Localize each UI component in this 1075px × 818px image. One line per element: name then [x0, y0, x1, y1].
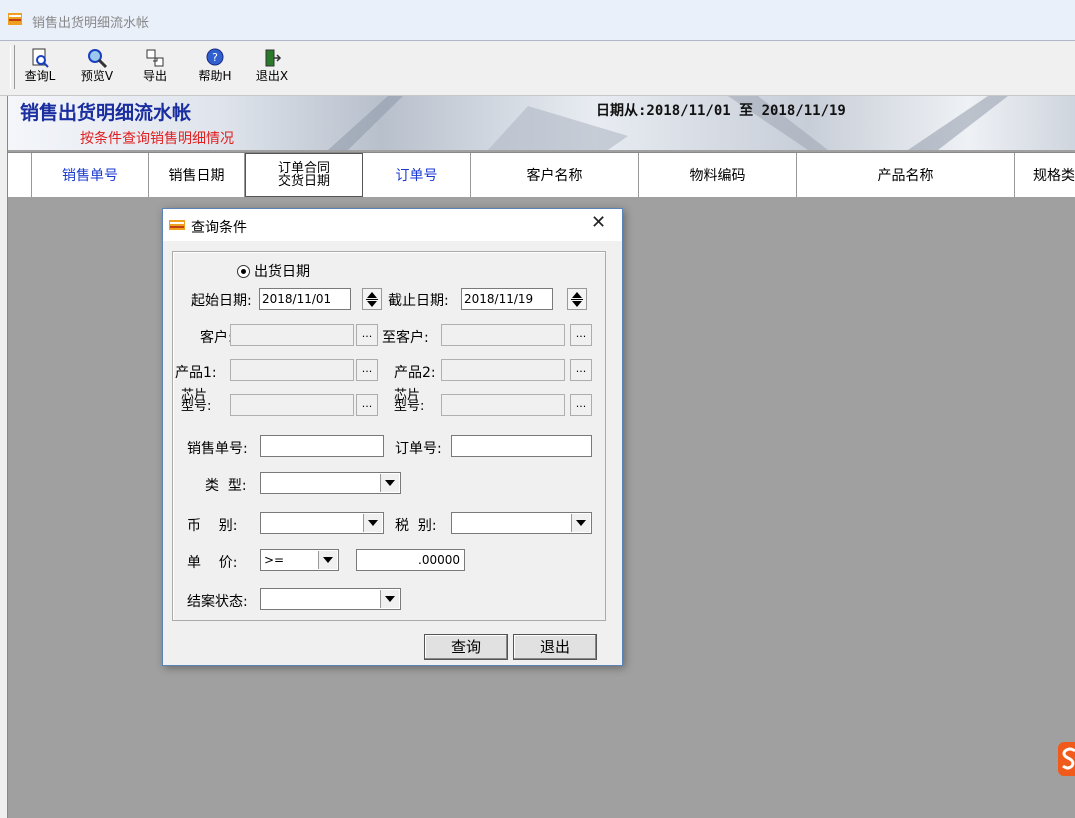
currency-select[interactable] [260, 512, 384, 534]
window-title: 销售出货明细流水帐 [32, 16, 150, 31]
product2-browse-button[interactable]: ... [570, 359, 592, 381]
col-product-name[interactable]: 产品名称 [797, 153, 1015, 197]
chip2-label-bottom: 型号: [394, 399, 425, 414]
to-customer-browse-button[interactable]: ... [570, 324, 592, 346]
customer-browse-button[interactable]: ... [356, 324, 378, 346]
query-dialog: 查询条件 ✕ 出货日期 起始日期: 2018/11/01 截止日期: 2018/… [162, 208, 623, 666]
col-sales-no[interactable]: 销售单号 [32, 153, 149, 197]
chip1-browse-button[interactable]: ... [356, 394, 378, 416]
left-edge [0, 96, 8, 818]
chevron-down-icon [571, 514, 590, 532]
close-status-select[interactable] [260, 588, 401, 610]
chevron-down-icon [380, 474, 399, 492]
type-label: 类 型: [205, 478, 247, 494]
banner-subtitle: 按条件查询销售明细情况 [80, 131, 234, 147]
type-select[interactable] [260, 472, 401, 494]
price-operator-value: >= [264, 553, 285, 567]
start-date-spinner[interactable] [362, 288, 382, 310]
sales-no-label: 销售单号: [187, 441, 248, 457]
query-submit-button[interactable]: 查询 [424, 634, 508, 660]
col-delivery-date[interactable]: 订单合同 交货日期 [245, 153, 363, 197]
product1-label: 产品1: [175, 365, 217, 381]
customer-label: 客户: [200, 330, 233, 346]
product1-browse-button[interactable]: ... [356, 359, 378, 381]
toolbar: 查询L 预览V 导出 ? 帮助H 退出X [0, 41, 1075, 96]
end-date-field[interactable]: 2018/11/19 [461, 288, 553, 310]
order-no-field[interactable] [451, 435, 592, 457]
col-material-code[interactable]: 物料编码 [639, 153, 797, 197]
end-date-label: 截止日期: [388, 293, 449, 309]
start-date-field[interactable]: 2018/11/01 [259, 288, 351, 310]
chip2-label: 芯片 型号: [394, 389, 425, 414]
price-label: 单 价: [187, 555, 238, 571]
chevron-down-icon [363, 514, 382, 532]
dialog-exit-button[interactable]: 退出 [513, 634, 597, 660]
export-icon [146, 49, 164, 67]
col-sales-date[interactable]: 销售日期 [149, 153, 245, 197]
order-no-label: 订单号: [395, 441, 442, 457]
to-customer-label: 至客户: [382, 330, 429, 346]
dialog-titlebar[interactable]: 查询条件 ✕ [163, 209, 622, 241]
tax-label: 税 别: [395, 518, 437, 534]
chip1-label: 芯片 型号: [181, 389, 212, 414]
customer-field[interactable] [230, 324, 354, 346]
product2-field[interactable] [441, 359, 565, 381]
price-operator-select[interactable]: >= [260, 549, 339, 571]
export-button[interactable]: 导出 [133, 45, 177, 91]
help-icon: ? [206, 48, 224, 66]
magnifier-icon [88, 49, 108, 69]
criteria-group: 出货日期 起始日期: 2018/11/01 截止日期: 2018/11/19 客… [172, 251, 606, 621]
window-titlebar: 销售出货明细流水帐 [0, 0, 1075, 41]
ship-date-radio[interactable] [237, 265, 250, 278]
exit-button[interactable]: 退出X [250, 45, 294, 91]
col-order-no[interactable]: 订单号 [363, 153, 471, 197]
banner-date-range: 日期从:2018/11/01 至 2018/11/19 [596, 103, 846, 119]
col-spec[interactable]: 规格类 [1015, 153, 1075, 197]
col-customer-name[interactable]: 客户名称 [471, 153, 639, 197]
tax-select[interactable] [451, 512, 592, 534]
help-button[interactable]: ? 帮助H [193, 45, 237, 91]
close-status-label: 结案状态: [187, 594, 248, 610]
banner-title: 销售出货明细流水帐 [20, 102, 192, 124]
row-indicator-header [8, 153, 32, 197]
chevron-down-icon [318, 551, 337, 569]
chip1-label-bottom: 型号: [181, 399, 212, 414]
query-button[interactable]: 查询L [18, 45, 62, 91]
currency-label: 币 别: [187, 518, 238, 534]
toolbar-grip[interactable] [10, 45, 15, 89]
product1-field[interactable] [230, 359, 354, 381]
chip2-field[interactable] [441, 394, 565, 416]
close-icon[interactable]: ✕ [591, 212, 606, 233]
dialog-app-icon [169, 220, 185, 230]
report-banner: 销售出货明细流水帐 按条件查询销售明细情况 日期从:2018/11/01 至 2… [8, 96, 1075, 150]
app-icon [8, 13, 22, 25]
query-doc-icon [32, 48, 49, 68]
chip1-field[interactable] [230, 394, 354, 416]
dialog-title: 查询条件 [191, 220, 247, 236]
sogou-s-icon[interactable] [1058, 742, 1075, 776]
sales-no-field[interactable] [260, 435, 384, 457]
price-field[interactable]: .00000 [356, 549, 465, 571]
product2-label: 产品2: [394, 365, 436, 381]
chevron-down-icon [380, 590, 399, 608]
end-date-spinner[interactable] [567, 288, 587, 310]
svg-text:?: ? [212, 51, 218, 64]
ship-date-label: 出货日期 [254, 264, 310, 280]
col-delivery-date-line2: 交货日期 [277, 174, 330, 189]
chip2-browse-button[interactable]: ... [570, 394, 592, 416]
start-date-label: 起始日期: [191, 293, 252, 309]
exit-door-icon [265, 49, 282, 67]
table-header: 销售单号 销售日期 订单合同 交货日期 订单号 客户名称 物料编码 产品名称 规… [8, 152, 1075, 198]
to-customer-field[interactable] [441, 324, 565, 346]
preview-button[interactable]: 预览V [75, 45, 119, 91]
